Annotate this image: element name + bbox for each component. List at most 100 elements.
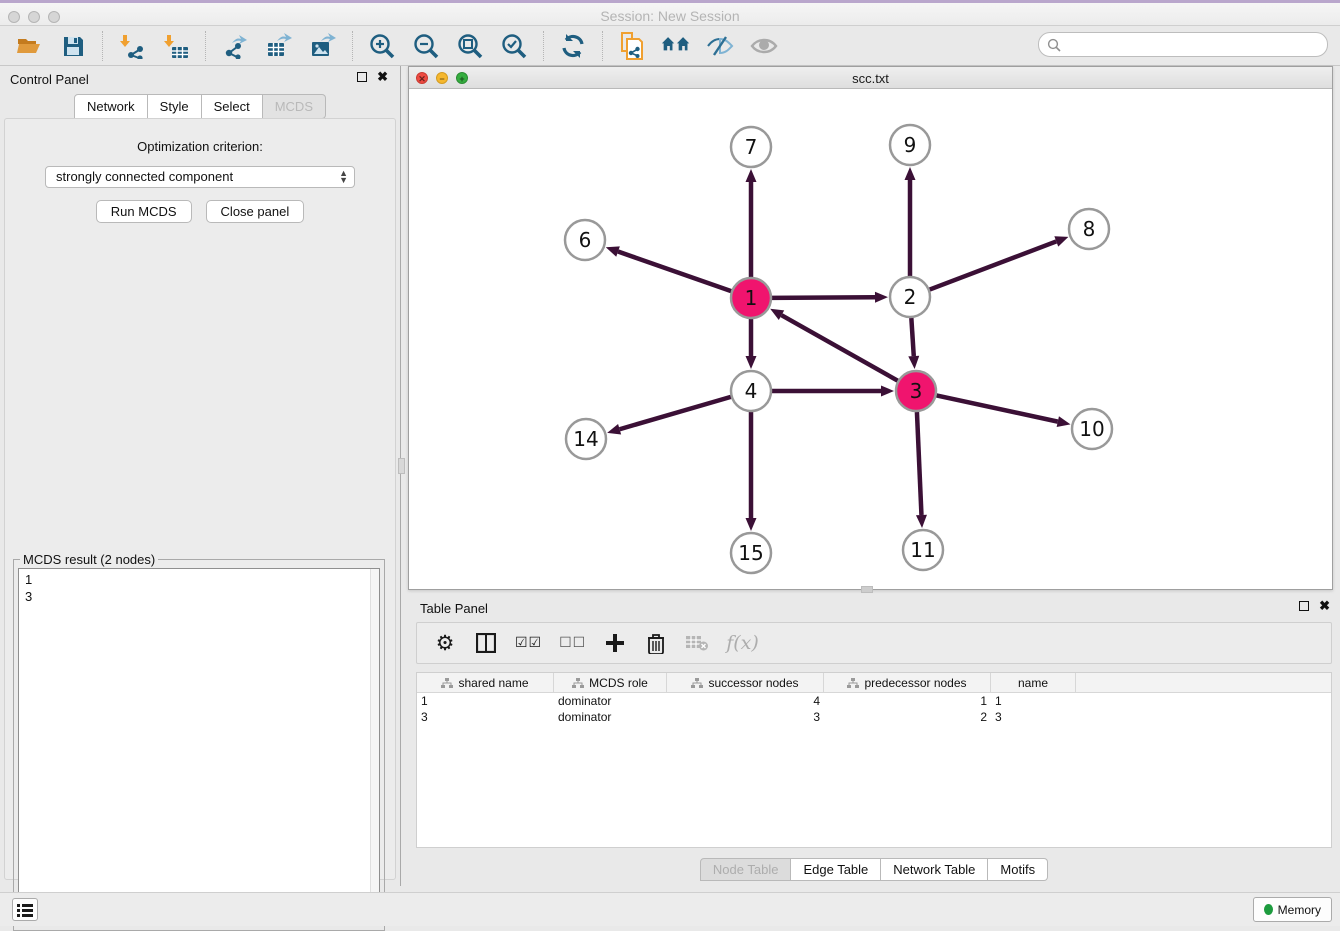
- mcds-panel: Optimization criterion: strongly connect…: [4, 118, 396, 880]
- network-window-titlebar[interactable]: ✕ − + scc.txt: [409, 67, 1332, 89]
- table-header-row: shared nameMCDS rolesuccessor nodes prede…: [417, 673, 1331, 693]
- hide-details-icon[interactable]: [705, 31, 735, 61]
- horizontal-splitter-handle[interactable]: [861, 586, 873, 593]
- zoom-selected-icon[interactable]: [499, 31, 529, 61]
- cell-MCDS-role[interactable]: dominator: [554, 709, 667, 725]
- combo-stepper-icon: ▲▼: [339, 170, 348, 184]
- zoom-out-icon[interactable]: [411, 31, 441, 61]
- cell-name[interactable]: 1: [991, 693, 1076, 709]
- edge-2-8[interactable]: [930, 241, 1057, 289]
- status-bar: Memory: [0, 892, 1340, 926]
- refresh-icon[interactable]: [558, 31, 588, 61]
- uncheck-all-icon[interactable]: ☐☐: [559, 630, 586, 656]
- result-item[interactable]: 3: [25, 588, 32, 605]
- tab-mcds[interactable]: MCDS: [263, 94, 326, 119]
- delete-table-icon[interactable]: [685, 630, 709, 656]
- cell-successor-nodes[interactable]: 3: [667, 709, 824, 725]
- close-panel-icon[interactable]: ✖: [377, 72, 388, 82]
- import-table-icon[interactable]: [161, 31, 191, 61]
- network-graph[interactable]: 1234678910111415: [409, 89, 1332, 589]
- column-header-name[interactable]: name: [991, 673, 1076, 693]
- edge-arrowhead: [607, 424, 621, 435]
- cell-shared-name[interactable]: 3: [417, 709, 554, 725]
- function-icon[interactable]: f(x): [726, 630, 759, 656]
- vertical-splitter-handle[interactable]: [398, 458, 405, 474]
- table-panel-title: Table Panel: [420, 601, 488, 616]
- save-session-icon[interactable]: [58, 31, 88, 61]
- columns-icon[interactable]: [474, 630, 498, 656]
- tab-select[interactable]: Select: [202, 94, 263, 119]
- node-table: shared nameMCDS rolesuccessor nodes prede…: [416, 672, 1332, 848]
- edge-4-14[interactable]: [620, 397, 731, 429]
- result-scrollbar[interactable]: [370, 569, 379, 925]
- node-label-9: 9: [904, 133, 917, 157]
- search-field[interactable]: [1038, 32, 1328, 57]
- tab-edge-table[interactable]: Edge Table: [791, 858, 881, 881]
- edge-3-11[interactable]: [917, 412, 922, 515]
- column-header-MCDS-role[interactable]: MCDS role: [554, 673, 667, 693]
- delete-icon[interactable]: [644, 630, 668, 656]
- edge-arrowhead: [905, 167, 916, 180]
- close-panel-button[interactable]: Close panel: [206, 200, 305, 223]
- show-details-icon[interactable]: [749, 31, 779, 61]
- export-image-icon[interactable]: [308, 31, 338, 61]
- column-header-successor-nodes[interactable]: successor nodes: [667, 673, 824, 693]
- cell-successor-nodes[interactable]: 4: [667, 693, 824, 709]
- column-tree-icon: [441, 678, 453, 689]
- gear-icon[interactable]: ⚙: [433, 630, 457, 656]
- float-panel-icon[interactable]: [357, 72, 367, 82]
- houses-icon[interactable]: [661, 31, 691, 61]
- float-table-panel-icon[interactable]: [1299, 601, 1309, 611]
- column-header-predecessor-nodes[interactable]: predecessor nodes: [824, 673, 991, 693]
- edge-2-3[interactable]: [911, 318, 913, 356]
- edge-arrowhead: [916, 515, 927, 528]
- close-table-panel-icon[interactable]: ✖: [1319, 601, 1330, 611]
- node-label-1: 1: [745, 286, 758, 310]
- cell-MCDS-role[interactable]: dominator: [554, 693, 667, 709]
- edge-3-1[interactable]: [781, 315, 897, 381]
- tab-network-table[interactable]: Network Table: [881, 858, 988, 881]
- add-column-icon[interactable]: [603, 630, 627, 656]
- network-canvas[interactable]: 1234678910111415: [409, 89, 1332, 589]
- zoom-fit-icon[interactable]: [455, 31, 485, 61]
- cell-predecessor-nodes[interactable]: 1: [824, 693, 991, 709]
- clone-network-icon[interactable]: [617, 31, 647, 61]
- tab-motifs[interactable]: Motifs: [988, 858, 1048, 881]
- criterion-select[interactable]: strongly connected component ▲▼: [45, 166, 355, 188]
- control-panel: Control Panel ✖ NetworkStyleSelectMCDS O…: [0, 66, 401, 886]
- open-session-icon[interactable]: [14, 31, 44, 61]
- main-titlebar: Session: New Session: [0, 3, 1340, 26]
- cell-predecessor-nodes[interactable]: 2: [824, 709, 991, 725]
- list-icon: [17, 903, 33, 917]
- table-row[interactable]: 1dominator411: [417, 693, 1331, 709]
- node-label-8: 8: [1083, 217, 1096, 241]
- tab-node-table[interactable]: Node Table: [700, 858, 792, 881]
- run-mcds-button[interactable]: Run MCDS: [96, 200, 192, 223]
- cell-shared-name[interactable]: 1: [417, 693, 554, 709]
- edge-arrowhead: [746, 356, 757, 369]
- export-network-icon[interactable]: [220, 31, 250, 61]
- edge-arrowhead: [881, 386, 894, 397]
- memory-button[interactable]: Memory: [1253, 897, 1332, 922]
- table-row[interactable]: 3dominator323: [417, 709, 1331, 725]
- tab-network[interactable]: Network: [74, 94, 148, 119]
- result-item[interactable]: 1: [25, 571, 32, 588]
- tab-style[interactable]: Style: [148, 94, 202, 119]
- node-label-10: 10: [1079, 417, 1104, 441]
- edge-arrowhead: [875, 292, 888, 303]
- edge-1-2[interactable]: [772, 297, 875, 298]
- cell-name[interactable]: 3: [991, 709, 1076, 725]
- zoom-in-icon[interactable]: [367, 31, 397, 61]
- edge-3-10[interactable]: [937, 395, 1058, 421]
- import-network-icon[interactable]: [117, 31, 147, 61]
- mcds-result-list[interactable]: 13: [18, 568, 380, 926]
- node-label-2: 2: [904, 285, 917, 309]
- column-header-shared-name[interactable]: shared name: [417, 673, 554, 693]
- check-all-icon[interactable]: ☑☑: [515, 630, 542, 656]
- task-history-button[interactable]: [12, 898, 38, 921]
- edge-1-6[interactable]: [618, 252, 731, 292]
- node-label-7: 7: [745, 135, 758, 159]
- search-input[interactable]: [1066, 38, 1319, 52]
- column-header-label: predecessor nodes: [864, 676, 966, 690]
- export-table-icon[interactable]: [264, 31, 294, 61]
